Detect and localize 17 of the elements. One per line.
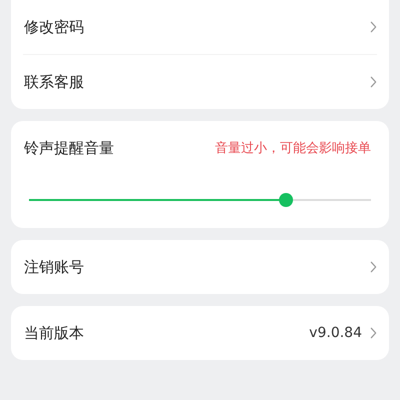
menu-row[interactable]: 注销账号 bbox=[11, 240, 389, 294]
menu-row[interactable]: 修改密码 bbox=[11, 0, 389, 54]
row-label: 联系客服 bbox=[24, 72, 84, 92]
chevron-right-icon bbox=[370, 21, 377, 33]
chevron-right-icon bbox=[370, 261, 377, 273]
chevron-right-icon bbox=[370, 76, 377, 88]
volume-warning: 音量过小，可能会影响接单 bbox=[215, 140, 371, 157]
volume-slider[interactable] bbox=[29, 193, 371, 207]
row-label: 注销账号 bbox=[24, 258, 84, 276]
slider-thumb[interactable] bbox=[278, 193, 292, 207]
chevron-right-icon bbox=[370, 327, 377, 339]
volume-title: 铃声提醒音量 bbox=[24, 138, 114, 158]
menu-row[interactable]: 当前版本 v9.0.84 bbox=[11, 306, 389, 360]
row-label: 当前版本 bbox=[24, 324, 84, 342]
menu-row[interactable]: 联系客服 bbox=[11, 55, 389, 109]
row-label: 修改密码 bbox=[24, 18, 84, 36]
version-number: v9.0.84 bbox=[309, 325, 362, 341]
